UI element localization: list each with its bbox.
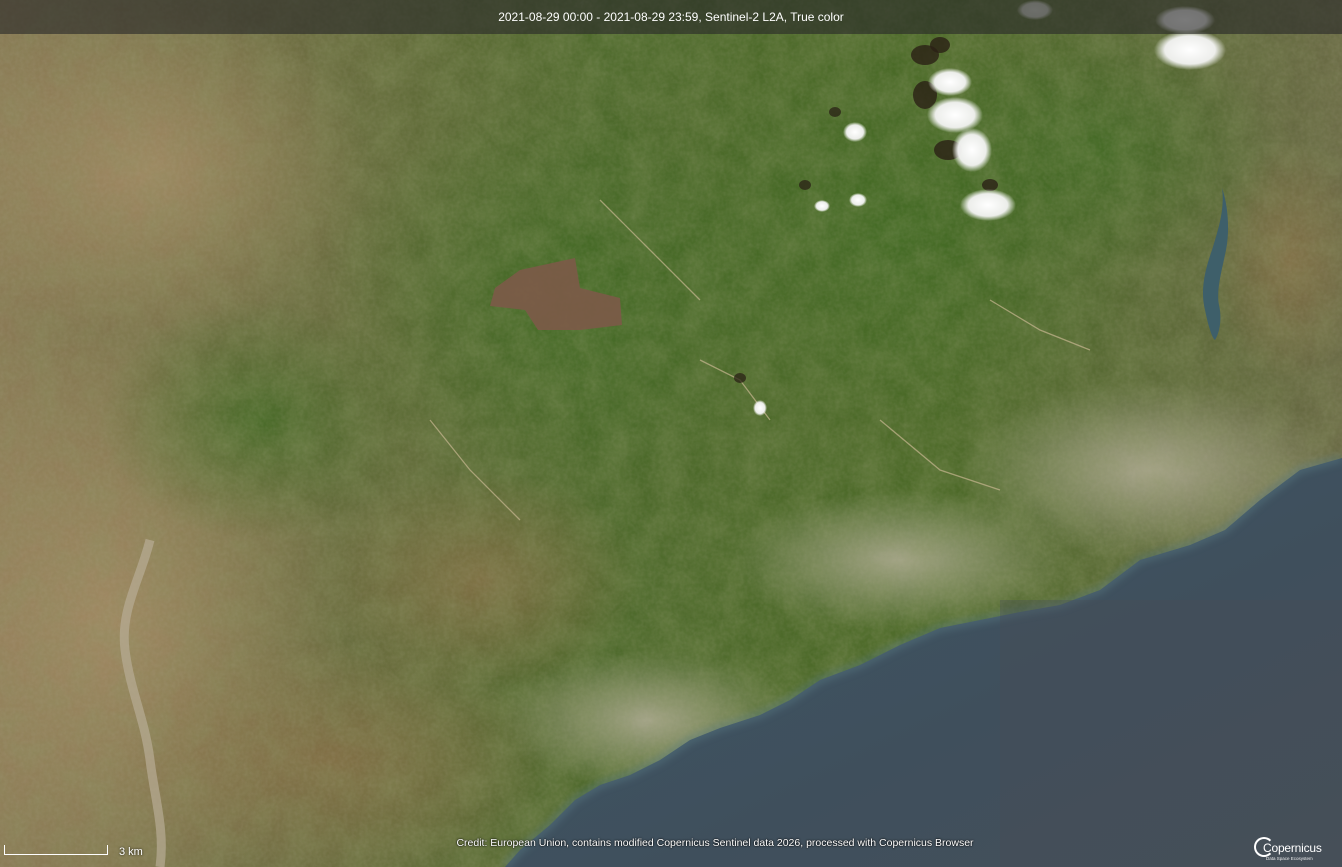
sea-tile-seam (1000, 600, 1342, 867)
attribution-credit: Credit: European Union, contains modifie… (456, 837, 974, 849)
satellite-map-view[interactable] (0, 0, 1342, 867)
acquisition-info-bar: 2021-08-29 00:00 - 2021-08-29 23:59, Sen… (0, 0, 1342, 34)
scale-bar-line (4, 845, 108, 855)
acquisition-title: 2021-08-29 00:00 - 2021-08-29 23:59, Sen… (498, 10, 844, 24)
copernicus-logo-tagline: Data Space Ecosystem (1266, 856, 1313, 861)
copernicus-logo-text: Copernicus (1263, 841, 1322, 855)
scale-bar-label: 3 km (119, 846, 143, 858)
copernicus-logo: Copernicus Data Space Ecosystem (1254, 835, 1339, 865)
